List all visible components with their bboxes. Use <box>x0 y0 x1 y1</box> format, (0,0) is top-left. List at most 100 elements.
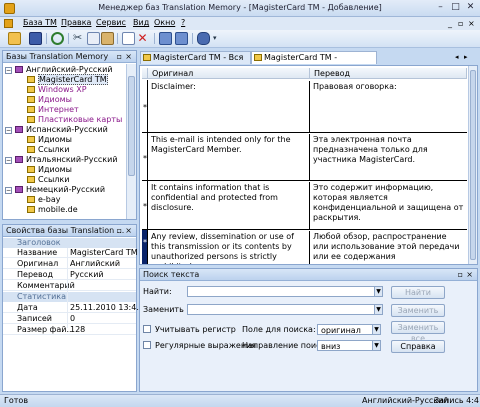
tree-scroll-thumb[interactable] <box>128 76 135 176</box>
property-row[interactable]: Название MagisterCard TM <box>3 248 138 258</box>
property-row[interactable]: Комментарий <box>3 281 136 291</box>
mdi-minimize-icon[interactable]: _ <box>448 19 452 28</box>
status-record: Запись 4:4 <box>434 396 479 405</box>
match-case-checkbox[interactable] <box>143 325 151 333</box>
expand-icon[interactable]: − <box>5 67 12 74</box>
menu-window[interactable]: Окно <box>154 18 175 27</box>
paste-icon[interactable] <box>101 32 114 45</box>
find-input[interactable]: ▼ <box>187 286 383 297</box>
grid-row[interactable]: It contains information that is confiden… <box>142 181 467 230</box>
panel-close-icon[interactable]: × <box>466 269 473 280</box>
cell-original[interactable]: Any review, dissemination or use of this… <box>148 231 310 264</box>
expand-icon[interactable]: − <box>5 157 12 164</box>
direction-select[interactable]: вниз ▼ <box>317 340 381 351</box>
refresh-icon[interactable] <box>51 32 64 45</box>
minimize-button[interactable]: – <box>434 2 447 14</box>
tree-item[interactable]: − Итальянский-Русский <box>5 155 118 165</box>
chevron-down-icon[interactable]: ▼ <box>374 287 382 296</box>
menu-edit[interactable]: Правка <box>61 18 91 27</box>
mdi-close-icon[interactable]: × <box>468 19 475 28</box>
tab-scroll-right-icon[interactable]: ▸ <box>464 53 468 61</box>
tree-item[interactable]: Интернет <box>27 105 79 115</box>
cell-original[interactable]: This e-mail is intended only for the Mag… <box>148 134 310 181</box>
tree-item[interactable]: Пластиковые карты <box>27 115 122 125</box>
grid-scrollbar[interactable] <box>468 66 477 264</box>
tree-panel-title: Базы Translation Memory <box>6 52 109 61</box>
export-icon[interactable] <box>175 32 188 45</box>
category-header[interactable]: Заголовок <box>3 238 136 248</box>
tree-item[interactable]: Идиомы <box>27 135 72 145</box>
tree-scrollbar[interactable] <box>126 64 136 219</box>
tree-item[interactable]: − Испанский-Русский <box>5 125 108 135</box>
delete-icon[interactable]: ✕ <box>136 32 149 45</box>
copy-icon[interactable] <box>87 32 100 45</box>
stat-row[interactable]: Размер фай... 128 <box>3 325 136 335</box>
menu-help[interactable]: ? <box>181 18 185 27</box>
tree-item[interactable]: Идиомы <box>27 165 72 175</box>
cell-translation[interactable]: Эта электронная почта предназначена толь… <box>310 134 467 181</box>
chevron-down-icon[interactable]: ▼ <box>372 325 380 334</box>
maximize-button[interactable]: □ <box>449 2 462 14</box>
tree-item[interactable]: Идиомы <box>27 95 72 105</box>
expand-icon[interactable]: − <box>5 187 12 194</box>
open-icon[interactable] <box>8 32 21 45</box>
grid-scroll-thumb[interactable] <box>470 70 476 260</box>
tree-item[interactable]: − Немецкий-Русский <box>5 185 105 195</box>
tree-item[interactable]: Windows XP <box>27 85 87 95</box>
chevron-down-icon[interactable]: ▼ <box>374 305 382 314</box>
cut-icon[interactable]: ✂ <box>73 32 86 45</box>
grid-row[interactable]: Any review, dissemination or use of this… <box>142 230 467 264</box>
menu-view[interactable]: Вид <box>133 18 149 27</box>
cell-original[interactable]: It contains information that is confiden… <box>148 182 310 230</box>
tree-item[interactable]: Ссылки <box>27 175 69 185</box>
cell-original[interactable]: Disclaimer: <box>148 81 310 133</box>
menu-service[interactable]: Сервис <box>96 18 126 27</box>
panel-close-icon[interactable]: × <box>125 51 132 62</box>
properties-title: Свойства базы Translation ... <box>6 226 125 235</box>
grid-row[interactable]: Disclaimer: Правовая оговорка: * <box>142 80 467 133</box>
property-row[interactable]: Перевод Русский <box>3 270 136 280</box>
save-icon[interactable] <box>29 32 42 45</box>
grid-header-original[interactable]: Оригинал <box>148 68 310 79</box>
options-icon[interactable]: ▾ <box>213 32 226 45</box>
tree-item-label: e-bay <box>38 195 61 204</box>
row-marker-icon: * <box>143 103 147 112</box>
tree-item[interactable]: e-bay <box>27 195 61 205</box>
status-text: Готов <box>4 396 29 405</box>
import-icon[interactable] <box>159 32 172 45</box>
chevron-down-icon[interactable]: ▼ <box>372 341 380 350</box>
property-row[interactable]: Оригинал Английский <box>3 259 136 269</box>
find-button[interactable]: Найти <box>391 286 445 299</box>
help-button[interactable]: Справка <box>391 340 445 353</box>
tab-adding[interactable]: MagisterCard TM - Добавление <box>251 51 377 74</box>
replace-all-button[interactable]: Заменить все <box>391 321 445 343</box>
pin-icon[interactable]: ▫ <box>117 51 122 62</box>
pin-icon[interactable]: ▫ <box>117 225 122 236</box>
tab-scroll-left-icon[interactable]: ◂ <box>455 53 459 61</box>
category-stats[interactable]: Статистика <box>3 292 136 302</box>
property-key: Оригинал <box>17 259 59 268</box>
cell-translation[interactable]: Любой обзор, распространение или использ… <box>310 231 467 264</box>
tree-item[interactable]: mobile.de <box>27 205 78 215</box>
tree-item[interactable]: Ссылки <box>27 145 69 155</box>
pin-icon[interactable]: ▫ <box>458 269 463 280</box>
tab-all-database[interactable]: MagisterCard TM - Вся база <box>140 51 251 74</box>
stat-row[interactable]: Дата 25.11.2010 13:4... <box>3 303 144 313</box>
mdi-restore-icon[interactable]: ▫ <box>458 19 463 28</box>
find-icon[interactable] <box>197 32 210 45</box>
tree-item[interactable]: MagisterCard TM <box>27 74 108 85</box>
expand-icon[interactable]: − <box>5 127 12 134</box>
add-icon[interactable] <box>122 32 135 45</box>
panel-close-icon[interactable]: × <box>125 225 132 236</box>
regex-checkbox[interactable] <box>143 341 151 349</box>
grid-row[interactable]: This e-mail is intended only for the Mag… <box>142 133 467 181</box>
search-field-select[interactable]: оригинал ▼ <box>317 324 381 335</box>
replace-button[interactable]: Заменить <box>391 304 445 317</box>
stat-row[interactable]: Записей 0 <box>3 314 136 324</box>
cell-translation[interactable]: Это содержит информацию, которая являетс… <box>310 182 467 230</box>
close-button[interactable]: ✕ <box>464 2 477 14</box>
menu-database[interactable]: База TM <box>23 18 57 27</box>
cell-translation[interactable]: Правовая оговорка: <box>310 81 467 133</box>
replace-input[interactable]: ▼ <box>187 304 383 315</box>
grid-header-translation[interactable]: Перевод <box>310 68 467 79</box>
